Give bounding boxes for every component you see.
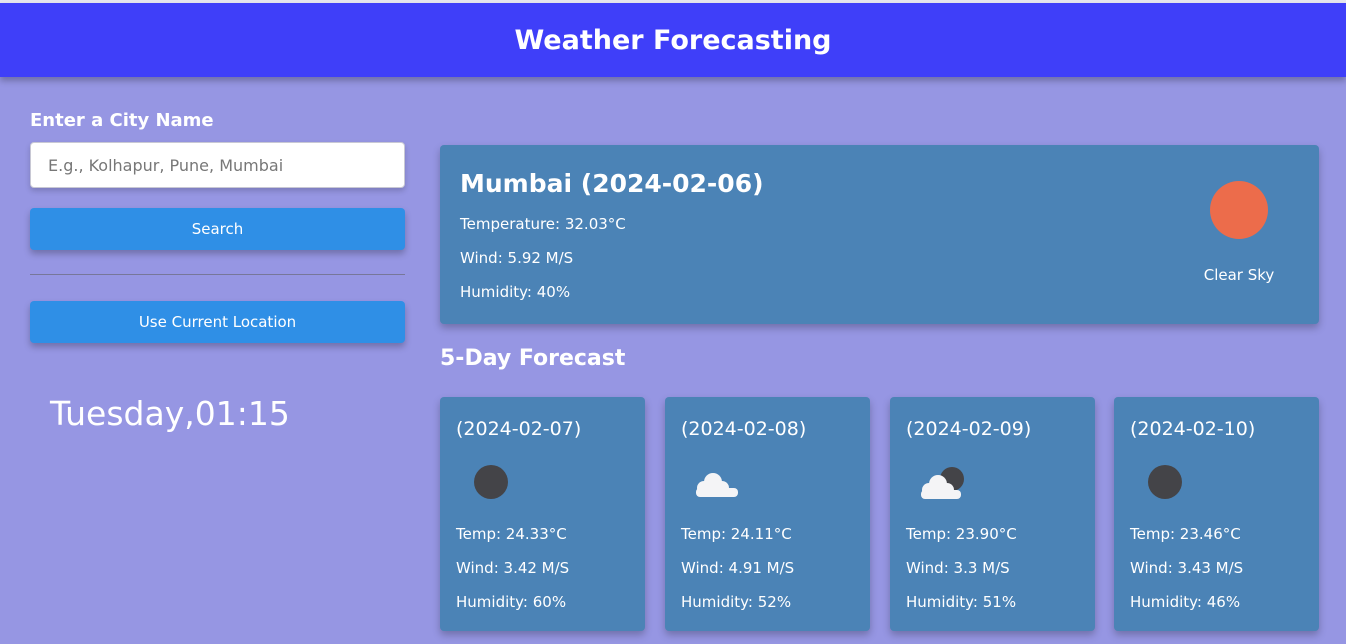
forecast-card: (2024-02-08) Temp: 24.11°C Wind: 4.91 M/…: [665, 397, 870, 631]
forecast-wind: Wind: 3.42 M/S: [456, 559, 570, 577]
city-search-input[interactable]: [30, 142, 405, 188]
city-input-label: Enter a City Name: [30, 110, 214, 131]
forecast-card: (2024-02-07) Temp: 24.33°C Wind: 3.42 M/…: [440, 397, 645, 631]
moon-icon: [1148, 465, 1182, 499]
forecast-date: (2024-02-08): [681, 418, 807, 440]
forecast-temp: Temp: 24.33°C: [456, 525, 567, 543]
current-humidity: Humidity: 40%: [460, 283, 571, 301]
forecast-humidity: Humidity: 60%: [456, 593, 567, 611]
forecast-humidity: Humidity: 52%: [681, 593, 792, 611]
search-button[interactable]: Search: [30, 208, 405, 250]
forecast-date: (2024-02-09): [906, 418, 1032, 440]
divider: [30, 274, 405, 275]
forecast-heading: 5-Day Forecast: [440, 346, 626, 371]
sun-icon: [1210, 181, 1268, 239]
weather-condition: Clear Sky: [1203, 266, 1275, 284]
day-time-display: Tuesday,01:15: [50, 394, 290, 433]
forecast-temp: Temp: 23.90°C: [906, 525, 1017, 543]
current-weather-card: Mumbai (2024-02-06) Temperature: 32.03°C…: [440, 145, 1319, 324]
forecast-temp: Temp: 24.11°C: [681, 525, 792, 543]
current-wind: Wind: 5.92 M/S: [460, 249, 574, 267]
forecast-card: (2024-02-10) Temp: 23.46°C Wind: 3.43 M/…: [1114, 397, 1319, 631]
forecast-wind: Wind: 4.91 M/S: [681, 559, 795, 577]
search-panel: Enter a City Name Search Use Current Loc…: [30, 108, 405, 433]
forecast-date: (2024-02-10): [1130, 418, 1256, 440]
forecast-card: (2024-02-09) Temp: 23.90°C Wind: 3.3 M/S…: [890, 397, 1095, 631]
use-current-location-button[interactable]: Use Current Location: [30, 301, 405, 343]
page-title: Weather Forecasting: [514, 24, 832, 56]
forecast-temp: Temp: 23.46°C: [1130, 525, 1241, 543]
current-temperature: Temperature: 32.03°C: [460, 215, 626, 233]
forecast-wind: Wind: 3.3 M/S: [906, 559, 1010, 577]
cloud-moon-icon: [921, 467, 964, 499]
moon-icon: [474, 465, 508, 499]
app-header: Weather Forecasting: [0, 3, 1346, 77]
current-city-date: Mumbai (2024-02-06): [460, 169, 764, 198]
cloud-icon: [696, 473, 738, 497]
forecast-humidity: Humidity: 46%: [1130, 593, 1241, 611]
forecast-date: (2024-02-07): [456, 418, 582, 440]
forecast-wind: Wind: 3.43 M/S: [1130, 559, 1244, 577]
forecast-humidity: Humidity: 51%: [906, 593, 1017, 611]
